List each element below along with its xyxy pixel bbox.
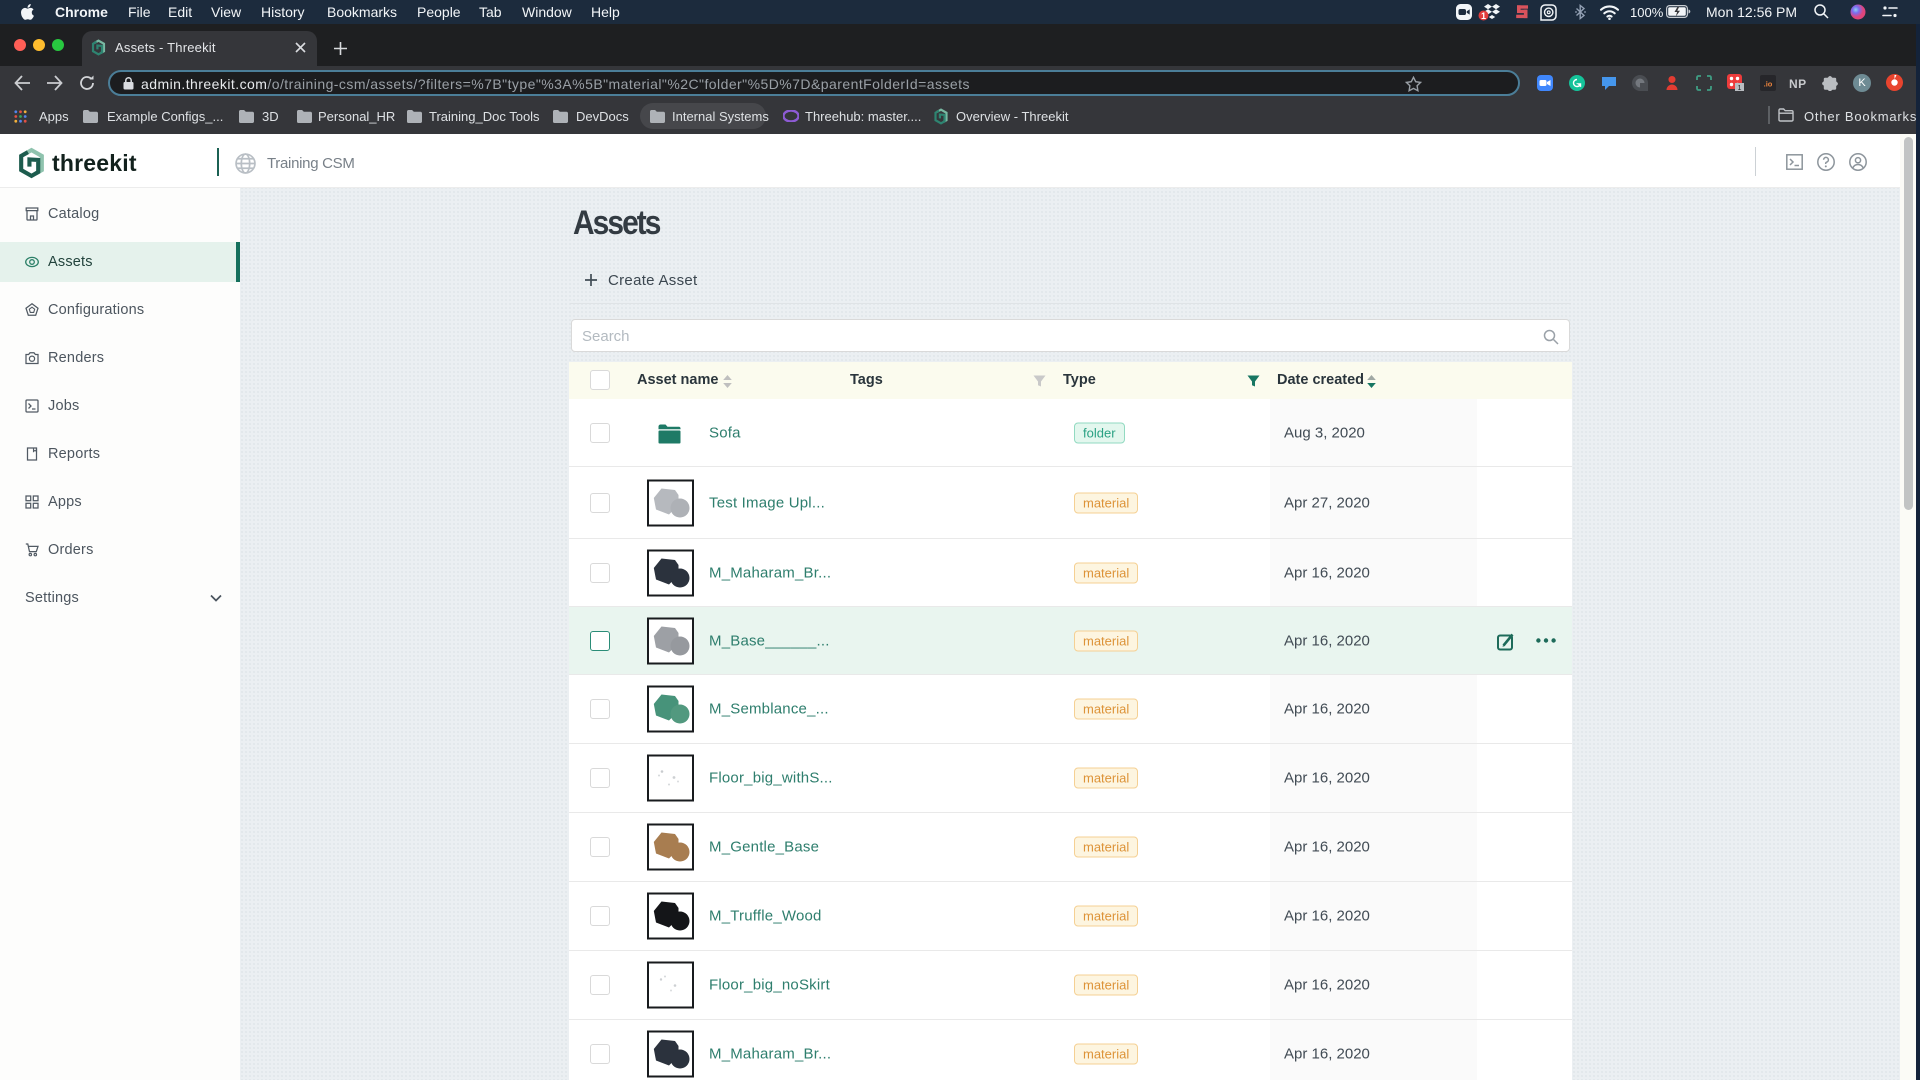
svg-text:1: 1	[1738, 85, 1742, 91]
svg-text:1: 1	[1481, 11, 1486, 21]
svg-text:.io: .io	[1764, 80, 1773, 89]
